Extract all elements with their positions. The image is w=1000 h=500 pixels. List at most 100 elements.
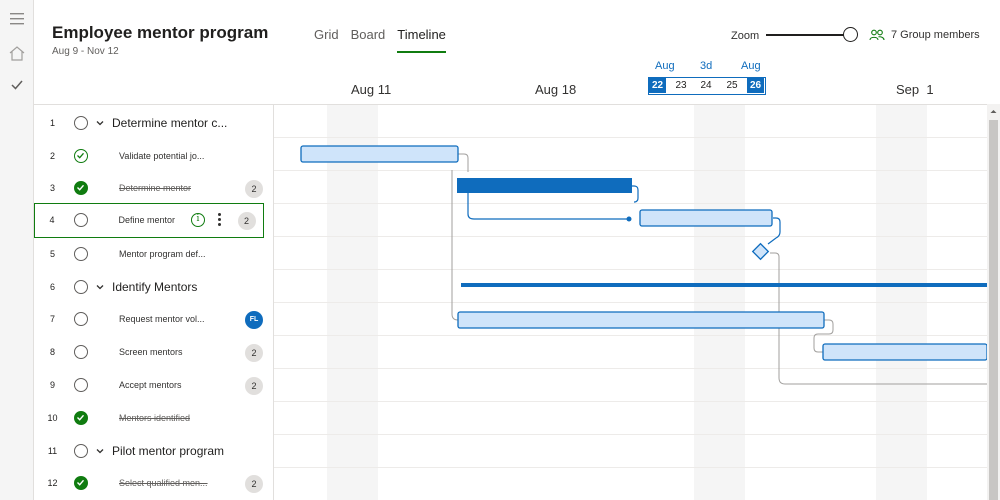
row-number: 6 <box>49 282 55 292</box>
row-number: 5 <box>49 249 55 259</box>
assignee-avatar[interactable]: FL <box>245 311 263 329</box>
task-bar-8 <box>822 343 988 361</box>
row-number: 11 <box>47 446 58 456</box>
scroll-up-arrow-icon[interactable] <box>989 107 998 116</box>
task-label[interactable]: Pilot mentor program <box>112 435 224 468</box>
task-row-4[interactable]: 4 Define mentor i 2 <box>34 203 264 238</box>
task-label[interactable]: Determine mentor <box>119 172 191 205</box>
zoom-slider-track[interactable] <box>766 34 848 36</box>
task-row-8[interactable]: 8 Screen mentors 2 <box>34 336 273 369</box>
range-day: 25 <box>726 80 738 91</box>
task-status-circle[interactable] <box>74 247 88 261</box>
task-label[interactable]: Accept mentors <box>119 369 182 402</box>
task-bar-7 <box>457 311 825 329</box>
comment-count-badge[interactable]: 2 <box>245 180 263 198</box>
scrollbar-thumb[interactable] <box>989 120 998 500</box>
page-title: Employee mentor program <box>52 23 269 42</box>
comment-count-badge[interactable]: 2 <box>245 475 263 493</box>
task-status-circle[interactable] <box>74 149 88 163</box>
task-status-circle[interactable] <box>74 378 88 392</box>
task-row-10[interactable]: 10 Mentors identified <box>34 402 273 435</box>
view-tabs: Grid Board Timeline <box>314 27 458 53</box>
weekend-shade <box>327 105 378 500</box>
task-label[interactable]: Screen mentors <box>119 336 183 369</box>
task-label[interactable]: Mentors identified <box>119 402 190 435</box>
weekend-shade <box>694 105 745 500</box>
checkmark-icon <box>77 152 84 159</box>
home-icon[interactable] <box>0 36 34 70</box>
range-day-start[interactable]: 22 <box>649 78 666 93</box>
date-label-aug-18: Aug 18 <box>535 82 577 97</box>
task-label[interactable]: Mentor program def... <box>119 238 206 271</box>
row-number: 9 <box>49 380 55 390</box>
task-label[interactable]: Request mentor vol... <box>119 303 205 336</box>
task-status-circle[interactable] <box>74 444 88 458</box>
date-range: Aug 9 - Nov 12 <box>52 46 119 57</box>
task-status-circle[interactable] <box>74 411 88 425</box>
hamburger-menu-icon[interactable] <box>0 2 34 36</box>
range-day: 24 <box>700 80 712 91</box>
task-row-12[interactable]: 12 Select qualified men... 2 <box>34 467 273 500</box>
comment-count-badge[interactable]: 2 <box>245 377 263 395</box>
task-row-7[interactable]: 7 Request mentor vol... FL <box>34 303 273 336</box>
milestone-5 <box>751 242 770 261</box>
range-day: 23 <box>675 80 687 91</box>
task-row-6[interactable]: 6 Identify Mentors <box>34 271 273 304</box>
date-label-sep-1: Sep 1 <box>896 82 934 97</box>
task-row-5[interactable]: 5 Mentor program def... <box>34 238 273 271</box>
task-row-9[interactable]: 9 Accept mentors 2 <box>34 369 273 402</box>
zoom-label: Zoom <box>731 30 760 42</box>
row-number: 2 <box>49 151 55 161</box>
task-status-circle[interactable] <box>74 280 88 294</box>
task-label[interactable]: Select qualified men... <box>119 467 208 500</box>
comment-count-badge[interactable]: 2 <box>237 211 256 230</box>
range-duration: 3d <box>700 60 713 72</box>
range-start-month: Aug <box>655 60 675 72</box>
task-status-circle[interactable] <box>74 476 88 490</box>
checkmark-icon <box>77 479 85 486</box>
more-options-icon[interactable] <box>215 211 223 231</box>
task-status-circle[interactable] <box>74 345 88 359</box>
chevron-down-icon[interactable] <box>95 118 105 128</box>
people-icon <box>869 29 885 41</box>
chevron-down-icon[interactable] <box>95 446 105 456</box>
task-status-circle[interactable] <box>73 212 88 227</box>
task-row-3[interactable]: 3 Determine mentor 2 <box>34 172 273 205</box>
members-label: 7 Group members <box>891 29 980 41</box>
task-bar-2 <box>300 145 459 163</box>
task-label[interactable]: Validate potential jo... <box>119 140 204 173</box>
task-row-1[interactable]: 1 Determine mentor c... <box>34 107 273 140</box>
task-bar-3 <box>457 178 632 193</box>
checkmark-icon[interactable] <box>0 68 34 102</box>
header-divider <box>34 104 1000 105</box>
tab-grid[interactable]: Grid <box>314 27 339 53</box>
task-row-11[interactable]: 11 Pilot mentor program <box>34 435 273 468</box>
info-icon[interactable]: i <box>191 212 205 227</box>
task-status-circle[interactable] <box>74 116 88 130</box>
zoom-slider-thumb[interactable] <box>843 27 858 42</box>
weekend-shade <box>876 105 927 500</box>
row-number: 12 <box>47 478 58 488</box>
tab-timeline[interactable]: Timeline <box>397 27 446 53</box>
tab-board[interactable]: Board <box>351 27 386 53</box>
chevron-down-icon[interactable] <box>95 282 105 292</box>
task-status-circle[interactable] <box>74 312 88 326</box>
row-number: 7 <box>49 314 55 324</box>
date-label-aug-11: Aug 11 <box>351 82 392 97</box>
group-members-button[interactable]: 7 Group members <box>869 29 980 41</box>
task-list-divider <box>273 104 274 500</box>
task-label[interactable]: Identify Mentors <box>112 271 197 304</box>
row-number: 10 <box>47 413 58 423</box>
date-range-picker[interactable]: 22 23 24 25 26 <box>648 77 766 95</box>
row-number: 8 <box>49 347 55 357</box>
task-status-circle[interactable] <box>74 181 88 195</box>
range-end-month: Aug <box>741 60 761 72</box>
summary-bar-6 <box>461 283 987 287</box>
task-bar-4 <box>639 209 773 227</box>
task-row-2[interactable]: 2 Validate potential jo... <box>34 140 273 173</box>
task-label[interactable]: Determine mentor c... <box>112 107 227 140</box>
comment-count-badge[interactable]: 2 <box>245 344 263 362</box>
range-day-end[interactable]: 26 <box>747 78 764 93</box>
row-number: 1 <box>49 118 55 128</box>
task-label[interactable]: Define mentor <box>119 204 176 237</box>
